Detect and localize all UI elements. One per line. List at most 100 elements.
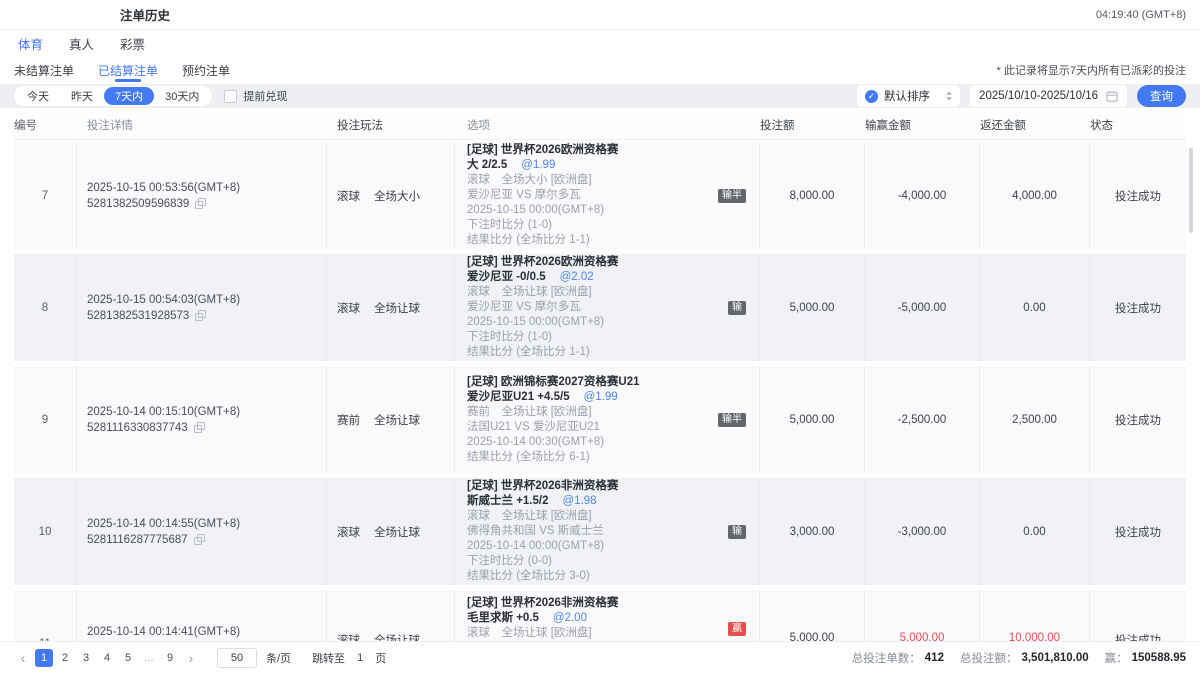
bet-amount: 5,000.00 <box>760 254 865 361</box>
copy-icon[interactable] <box>195 310 206 321</box>
col-refund: 返还金额 <box>980 117 1090 133</box>
page-button-4[interactable]: 4 <box>98 649 116 667</box>
early-cashout-filter[interactable]: 提前兑现 <box>224 88 287 104</box>
calendar-icon <box>1106 90 1118 102</box>
table-body: 7 2025-10-15 00:53:56(GMT+8) 52813825095… <box>0 140 1200 641</box>
refund-amount: 0.00 <box>980 254 1090 361</box>
next-page-button[interactable]: › <box>182 649 200 667</box>
tab-sports[interactable]: 体育 <box>18 34 43 53</box>
pill-yesterday[interactable]: 昨天 <box>60 87 104 105</box>
option-teams-line: 法国U21 VS 爱沙尼亚U21 <box>467 420 749 435</box>
option-market-line: 滚球 全场让球 [欧洲盘] <box>467 285 749 300</box>
winloss-amount: -3,000.00 <box>865 478 980 585</box>
refund-amount: 2,500.00 <box>980 366 1090 473</box>
jump-to-label: 跳转至 <box>312 650 345 666</box>
tab-live-casino[interactable]: 真人 <box>69 34 94 53</box>
tab-settled[interactable]: 已结算注单 <box>98 56 158 84</box>
prev-page-button[interactable]: ‹ <box>14 649 32 667</box>
col-winloss: 输赢金额 <box>865 117 980 133</box>
total-stake-label: 总投注额： <box>960 650 1018 666</box>
option-cell: [足球] 世界杯2026欧洲资格赛 大 2/2.5@1.99 滚球 全场大小 [… <box>455 142 760 249</box>
option-result-line: 结果比分 (全场比分 1-1) <box>467 233 749 248</box>
server-time: 04:19:40 (GMT+8) <box>1096 9 1186 21</box>
col-no: 编号 <box>14 117 77 133</box>
bet-time: 2025-10-14 00:14:55(GMT+8) <box>87 518 326 530</box>
page-size-input[interactable] <box>217 648 257 668</box>
bet-status: 投注成功 <box>1090 478 1186 585</box>
odds-value: @2.00 <box>553 611 587 626</box>
option-score-line: 下注时比分 (1-0) <box>467 218 749 233</box>
play-phase: 滚球 <box>337 188 360 204</box>
option-time-line: 2025-10-14 00:00(GMT+8) <box>467 539 749 554</box>
date-range-picker[interactable]: 2025/10/10-2025/10/16 <box>970 85 1127 107</box>
bet-status: 投注成功 <box>1090 590 1186 641</box>
play-cell: 滚球 全场让球 <box>327 590 455 641</box>
pill-7days[interactable]: 7天内 <box>104 87 154 105</box>
bet-status: 投注成功 <box>1090 254 1186 361</box>
bet-amount: 8,000.00 <box>760 142 865 249</box>
bet-time: 2025-10-15 00:53:56(GMT+8) <box>87 182 326 194</box>
option-teams-line: 佛得角共和国 VS 斯威士兰 <box>467 524 749 539</box>
pill-30days[interactable]: 30天内 <box>154 87 210 105</box>
pill-today[interactable]: 今天 <box>16 87 60 105</box>
result-badge: 输半 <box>718 189 746 203</box>
order-id: 5281116330837743 <box>87 422 188 434</box>
bet-amount: 5,000.00 <box>760 366 865 473</box>
sort-select[interactable]: ✓ 默认排序 <box>857 85 960 107</box>
option-market-line: 赛前 全场让球 [欧洲盘] <box>467 405 749 420</box>
result-badge: 输 <box>728 301 746 315</box>
tab-reserved[interactable]: 预约注单 <box>182 56 230 84</box>
copy-icon[interactable] <box>194 534 205 545</box>
total-win-label: 赢： <box>1105 650 1128 666</box>
option-time-line: 2025-10-15 00:00(GMT+8) <box>467 203 749 218</box>
selection: 毛里求斯 +0.5 <box>467 611 539 626</box>
page-size-label: 条/页 <box>266 650 291 666</box>
option-score-line: 下注时比分 (0-0) <box>467 554 749 569</box>
page-button-9[interactable]: 9 <box>161 649 179 667</box>
vertical-scrollbar[interactable] <box>1189 148 1193 233</box>
option-market-line: 滚球 全场让球 [欧洲盘] <box>467 509 749 524</box>
refund-amount: 4,000.00 <box>980 142 1090 249</box>
copy-icon[interactable] <box>194 422 205 433</box>
odds-value: @1.99 <box>521 158 555 173</box>
total-win-value: 150588.95 <box>1132 652 1186 664</box>
jump-page-value[interactable]: 1 <box>357 652 363 664</box>
play-cell: 滚球 全场大小 <box>327 142 455 249</box>
order-id: 5281382509596839 <box>87 198 189 210</box>
table-header: 编号 投注详情 投注玩法 选项 投注额 输赢金额 返还金额 状态 <box>14 110 1186 140</box>
search-button[interactable]: 查询 <box>1137 85 1186 107</box>
record-note: * 此记录将显示7天内所有已派彩的投注 <box>997 62 1186 78</box>
col-option: 选项 <box>455 113 760 137</box>
option-cell: [足球] 世界杯2026非洲资格赛 毛里求斯 +0.5@2.00 滚球 全场让球… <box>455 590 760 641</box>
cashout-label: 提前兑现 <box>243 88 287 104</box>
page-button-5[interactable]: 5 <box>119 649 137 667</box>
totals-summary: 总投注单数： 412 总投注额： 3,501,810.00 赢： 150588.… <box>852 650 1186 666</box>
check-circle-icon: ✓ <box>865 90 878 103</box>
tab-unsettled[interactable]: 未结算注单 <box>14 56 74 84</box>
order-id: 5281116287775687 <box>87 534 188 546</box>
bet-detail-cell: 2025-10-15 00:54:03(GMT+8) 5281382531928… <box>77 254 327 361</box>
option-score-line: 下注时比分 (1-0) <box>467 330 749 345</box>
option-teams-line: 爱沙尼亚 VS 摩尔多瓦 <box>467 300 749 315</box>
page-button-2[interactable]: 2 <box>56 649 74 667</box>
cashout-checkbox[interactable] <box>224 90 237 103</box>
odds-value: @1.98 <box>563 494 597 509</box>
play-phase: 滚球 <box>337 632 360 641</box>
selection: 大 2/2.5 <box>467 158 507 173</box>
table-row: 9 2025-10-14 00:15:10(GMT+8) 52811163308… <box>14 366 1186 473</box>
play-market: 全场大小 <box>374 188 420 204</box>
bet-status: 投注成功 <box>1090 366 1186 473</box>
copy-icon[interactable] <box>195 198 206 209</box>
total-bets-value: 412 <box>925 652 944 664</box>
status-tabs: 未结算注单 已结算注单 预约注单 * 此记录将显示7天内所有已派彩的投注 <box>0 56 1200 84</box>
tab-lottery[interactable]: 彩票 <box>120 34 145 53</box>
play-market: 全场让球 <box>374 524 420 540</box>
row-no: 7 <box>14 142 77 249</box>
col-amount: 投注额 <box>760 117 865 133</box>
page-button-3[interactable]: 3 <box>77 649 95 667</box>
table-row: 7 2025-10-15 00:53:56(GMT+8) 52813825095… <box>14 142 1186 249</box>
page-title: 注单历史 <box>120 5 170 24</box>
page-button-1[interactable]: 1 <box>35 649 53 667</box>
option-market-line: 滚球 全场大小 [欧洲盘] <box>467 173 749 188</box>
option-market-line: 滚球 全场让球 [欧洲盘] <box>467 626 749 641</box>
